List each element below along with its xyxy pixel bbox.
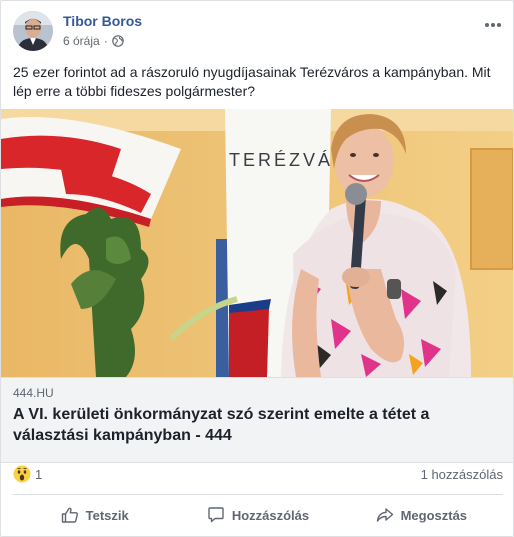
post-card: Tibor Boros 6 órája · 25 ezer forintot a… xyxy=(0,0,514,537)
share-button[interactable]: Megosztás xyxy=(340,496,503,534)
post-header: Tibor Boros 6 órája · xyxy=(13,11,503,53)
link-preview[interactable]: 444.HU A VI. kerületi önkormányzat szó s… xyxy=(1,377,513,463)
comment-label: Hozzászólás xyxy=(231,507,310,523)
comment-button[interactable]: Hozzászólás xyxy=(176,496,339,534)
banner-sign-text: TERÉZVÁ xyxy=(229,150,333,170)
post-time[interactable]: 6 órája xyxy=(63,34,100,48)
thumbs-up-icon xyxy=(61,507,78,523)
like-button[interactable]: Tetszik xyxy=(13,496,176,534)
wow-reaction-icon[interactable] xyxy=(13,465,31,483)
post-meta: 6 órája · xyxy=(63,34,124,48)
comment-icon xyxy=(208,507,224,523)
reaction-count[interactable]: 1 xyxy=(35,467,42,482)
author-name[interactable]: Tibor Boros xyxy=(63,13,142,29)
link-title[interactable]: A VI. kerületi önkormányzat szó szerint … xyxy=(13,404,493,446)
post-actions: Tetszik Hozzászólás Megosztás xyxy=(13,496,503,534)
like-label: Tetszik xyxy=(85,507,129,523)
link-domain: 444.HU xyxy=(13,386,54,400)
share-label: Megosztás xyxy=(400,507,468,523)
reaction-summary: 1 1 hozzászólás xyxy=(13,465,503,487)
more-options-icon[interactable] xyxy=(483,17,503,33)
share-icon xyxy=(376,508,393,522)
actions-divider xyxy=(13,494,503,495)
author-avatar[interactable] xyxy=(13,11,53,51)
globe-icon[interactable] xyxy=(111,35,124,47)
post-text: 25 ezer forintot ad a rászoruló nyugdíja… xyxy=(13,64,491,99)
link-preview-image[interactable]: TERÉZVÁ xyxy=(1,109,513,377)
comment-count-link[interactable]: 1 hozzászólás xyxy=(421,467,503,482)
